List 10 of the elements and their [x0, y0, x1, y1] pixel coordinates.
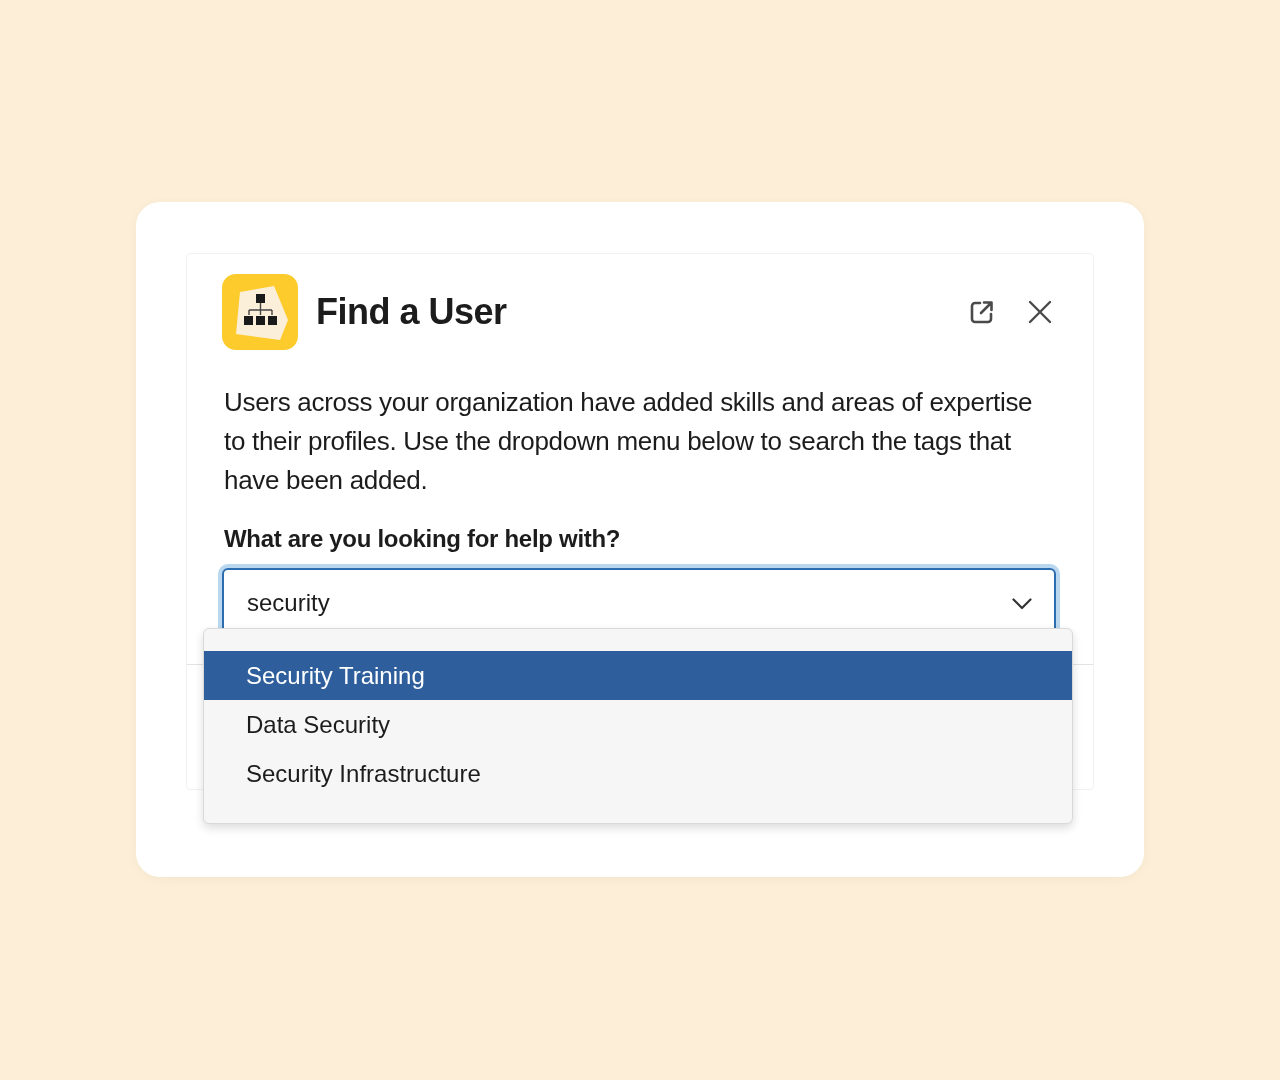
dropdown-option[interactable]: Data Security: [204, 700, 1072, 749]
field-label: What are you looking for help with?: [224, 524, 621, 554]
close-icon: [1028, 300, 1052, 324]
description-text: Users across your organization have added skills and areas of expertise to their profiles. Use the dropdown menu below to search the tags that have been added.: [224, 386, 1034, 497]
org-chart-app-icon: [222, 274, 298, 350]
external-link-icon: [969, 299, 995, 325]
dropdown-option[interactable]: Security Infrastructure: [204, 749, 1072, 798]
chevron-down-icon: [1012, 598, 1032, 610]
dialog-title: Find a User: [316, 290, 507, 334]
dropdown-option[interactable]: Security Training: [204, 651, 1072, 700]
